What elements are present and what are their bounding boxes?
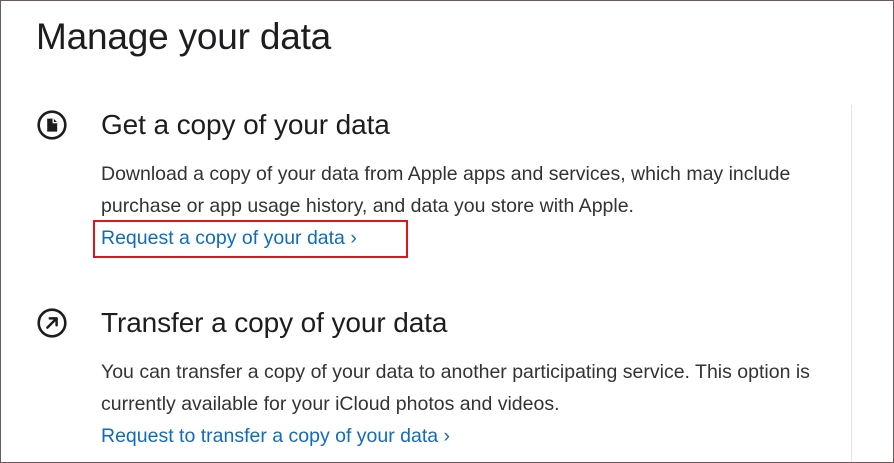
request-transfer-link[interactable]: Request to transfer a copy of your data … — [101, 420, 450, 452]
document-icon — [37, 110, 67, 140]
manage-data-page: Manage your data Get a copy of your data… — [0, 0, 894, 463]
get-copy-description: Download a copy of your data from Apple … — [101, 163, 791, 217]
get-copy-heading: Get a copy of your data — [101, 109, 390, 140]
arrow-up-right-icon — [37, 308, 67, 338]
highlight-box — [93, 220, 408, 258]
transfer-copy-description: You can transfer a copy of your data to … — [101, 361, 810, 415]
transfer-copy-heading: Transfer a copy of your data — [101, 307, 448, 338]
content-divider — [851, 105, 852, 462]
page-title: Manage your data — [36, 16, 332, 57]
